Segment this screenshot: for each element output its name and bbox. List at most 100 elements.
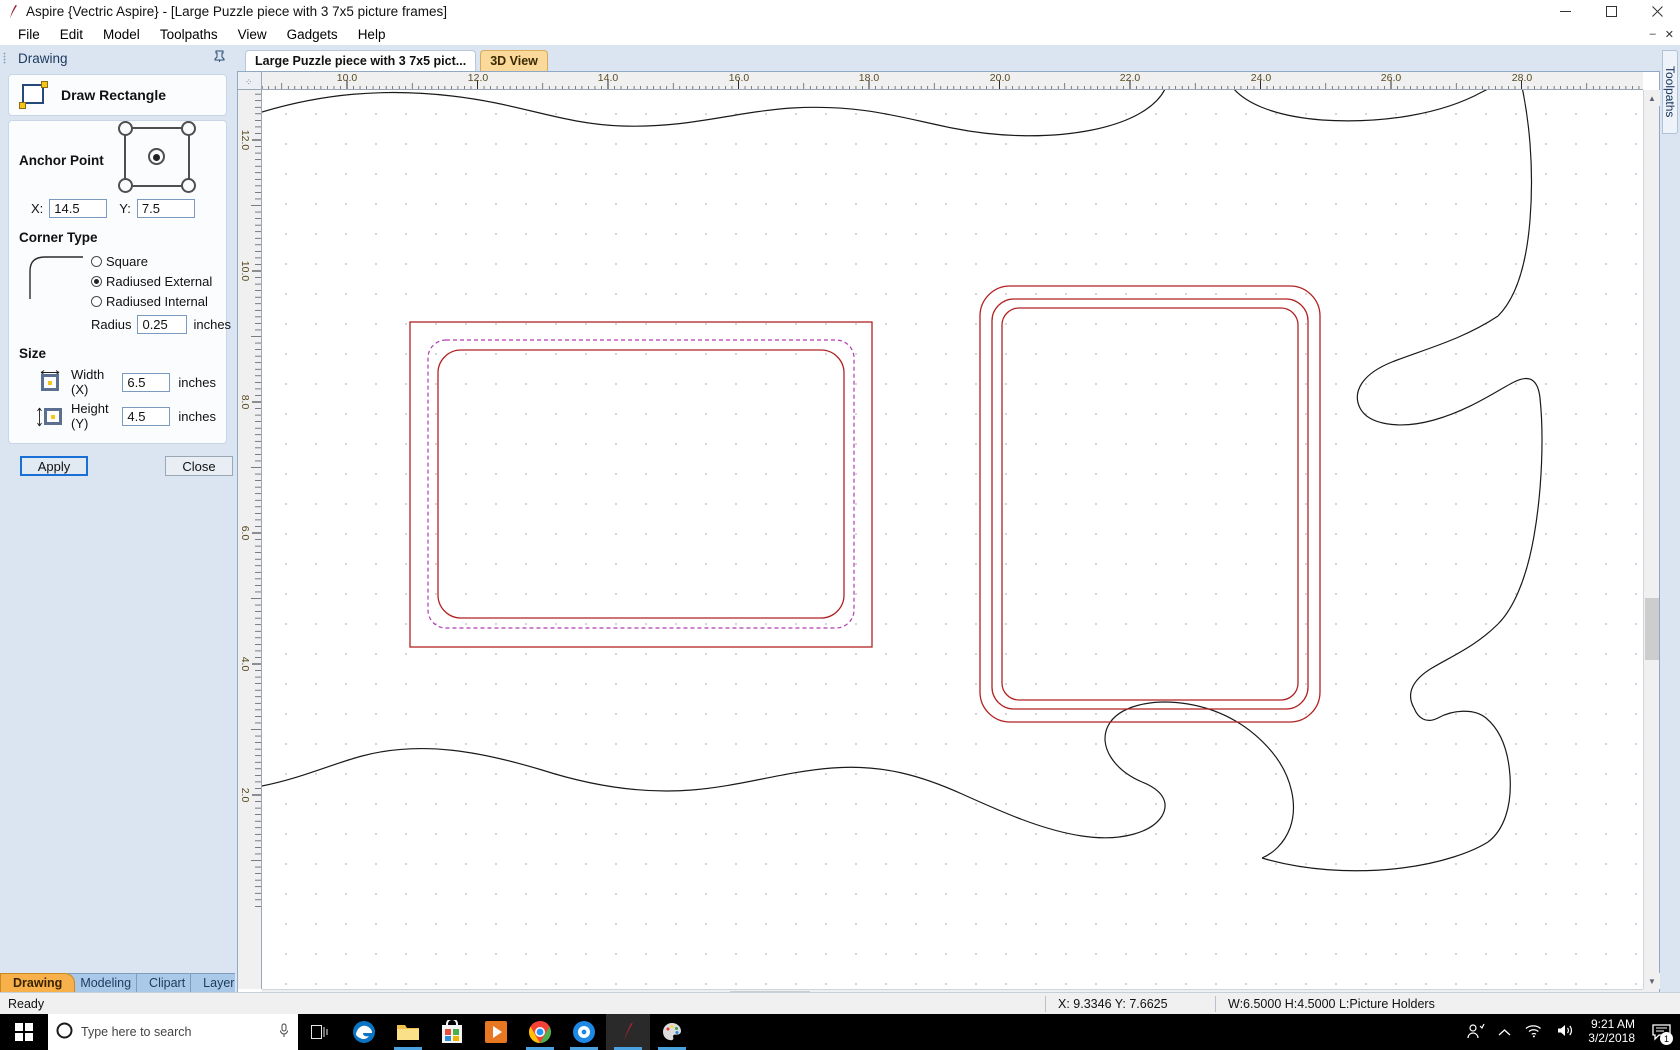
taskbar-app-google-chrome-icon[interactable] bbox=[518, 1014, 562, 1050]
height-label: Height (Y) bbox=[71, 401, 109, 431]
toolpaths-tab-label: Toolpaths bbox=[1663, 66, 1677, 118]
status-cursor-coordinates: X: 9.3346 Y: 7.6625 bbox=[1058, 996, 1168, 1011]
anchor-bottom-right[interactable] bbox=[180, 178, 196, 193]
taskbar-app-media-player-icon[interactable] bbox=[562, 1014, 606, 1050]
aspire-logo-icon bbox=[0, 0, 26, 23]
windows-start-icon[interactable] bbox=[0, 1014, 48, 1050]
document-tabstrip: Large Puzzle piece with 3 7x5 pict... 3D… bbox=[235, 46, 1660, 71]
taskbar-app-vectric-aspire-icon[interactable] bbox=[606, 1014, 650, 1050]
anchor-top-right[interactable] bbox=[180, 121, 196, 136]
anchor-xy-row: X: Y: bbox=[9, 193, 226, 220]
menu-item-file[interactable]: File bbox=[8, 25, 50, 44]
wifi-icon[interactable] bbox=[1524, 1023, 1543, 1041]
anchor-y-label: Y: bbox=[119, 201, 131, 216]
canvas-container: ⁘ 10.0 12.0 14.0 16.0 18.0 20.0 22.0 24.… bbox=[237, 71, 1660, 1006]
window-minimize-button[interactable] bbox=[1542, 0, 1588, 23]
corner-radius-label: Radius bbox=[91, 317, 132, 332]
radio-square[interactable] bbox=[91, 255, 102, 267]
drawing-viewport[interactable] bbox=[262, 90, 1643, 989]
corner-option-radiused-external-row[interactable]: Radiused External bbox=[91, 271, 216, 291]
corner-option-radiused-internal-row[interactable]: Radiused Internal bbox=[91, 291, 216, 311]
menu-item-gadgets[interactable]: Gadgets bbox=[277, 25, 348, 44]
ruler-top-label-4: 18.0 bbox=[858, 72, 880, 84]
size-title: Size bbox=[19, 346, 47, 361]
menu-item-help[interactable]: Help bbox=[348, 25, 396, 44]
anchor-center[interactable] bbox=[147, 148, 165, 165]
document-tab-2d-view[interactable]: Large Puzzle piece with 3 7x5 pict... bbox=[245, 50, 477, 71]
anchor-x-label: X: bbox=[31, 201, 44, 216]
search-input[interactable]: Type here to search bbox=[81, 1025, 191, 1039]
left-tab-modeling[interactable]: Modeling bbox=[67, 973, 145, 992]
ruler-left-label-3: 6.0 bbox=[239, 525, 251, 541]
anchor-x-input[interactable] bbox=[49, 199, 108, 218]
show-hidden-icons-icon[interactable] bbox=[1498, 1025, 1511, 1040]
task-view-icon[interactable] bbox=[298, 1014, 342, 1050]
scroll-up-arrow-icon[interactable]: ▲ bbox=[1644, 90, 1660, 106]
toolpaths-vertical-tab[interactable]: Toolpaths bbox=[1662, 50, 1678, 134]
ruler-top-label-6: 22.0 bbox=[1119, 72, 1141, 84]
clock-date: 3/2/2018 bbox=[1588, 1031, 1635, 1045]
menu-item-toolpaths[interactable]: Toolpaths bbox=[150, 25, 228, 44]
menu-item-model[interactable]: Model bbox=[93, 25, 150, 44]
anchor-point-title: Anchor Point bbox=[19, 152, 104, 168]
dock-grip-icon[interactable] bbox=[3, 52, 6, 64]
anchor-bottom-left[interactable] bbox=[117, 178, 133, 193]
taskbar-app-microsoft-store-icon[interactable] bbox=[430, 1014, 474, 1050]
action-center-icon[interactable]: 1 bbox=[1648, 1014, 1674, 1050]
taskbar-app-paint-icon[interactable] bbox=[650, 1014, 694, 1050]
anchor-y-input[interactable] bbox=[136, 199, 195, 218]
menu-bar: File Edit Model Toolpaths View Gadgets H… bbox=[0, 23, 1680, 45]
horizontal-ruler: 10.0 12.0 14.0 16.0 18.0 20.0 22.0 24.0 … bbox=[262, 72, 1643, 90]
anchor-point-selector[interactable] bbox=[117, 121, 196, 193]
speaker-icon[interactable] bbox=[1556, 1023, 1575, 1041]
height-units: inches bbox=[178, 408, 216, 424]
ruler-left-label-5: 2.0 bbox=[239, 787, 251, 803]
picture-frame-right bbox=[979, 285, 1321, 723]
pin-icon[interactable] bbox=[214, 50, 225, 65]
apply-button[interactable]: Apply bbox=[20, 456, 88, 476]
drawing-dock-title: Drawing bbox=[18, 50, 68, 66]
width-input[interactable] bbox=[122, 372, 171, 392]
window-maximize-button[interactable] bbox=[1588, 0, 1634, 23]
window-close-button[interactable] bbox=[1634, 0, 1680, 23]
close-button[interactable]: Close bbox=[165, 456, 233, 476]
active-tool-header: Draw Rectangle bbox=[9, 75, 226, 115]
microphone-icon[interactable] bbox=[278, 1023, 290, 1041]
radio-radiused-internal[interactable] bbox=[91, 295, 102, 307]
taskbar-clock[interactable]: 9:21 AM 3/2/2018 bbox=[1588, 1017, 1635, 1046]
taskbar-app-movies-tv-icon[interactable] bbox=[474, 1014, 518, 1050]
status-bar: Ready X: 9.3346 Y: 7.6625 W:6.5000 H:4.5… bbox=[0, 992, 1680, 1014]
corner-radius-input[interactable] bbox=[137, 315, 188, 334]
anchor-top-left[interactable] bbox=[117, 121, 133, 136]
active-tool-group: Draw Rectangle bbox=[8, 74, 227, 116]
drawing-dock-panel: Drawing Draw Rectangle Anchor Point X: 1… bbox=[0, 46, 254, 1006]
left-tab-clipart[interactable]: Clipart bbox=[136, 973, 199, 992]
radio-radiused-external[interactable] bbox=[91, 275, 102, 287]
taskbar-app-edge-icon[interactable] bbox=[342, 1014, 386, 1050]
ruler-origin-icon: ⁘ bbox=[245, 77, 253, 87]
vertical-scroll-thumb[interactable] bbox=[1645, 598, 1659, 660]
ruler-left-label-2: 8.0 bbox=[239, 394, 251, 410]
left-tab-drawing[interactable]: Drawing bbox=[0, 973, 76, 992]
mdi-minimize-button[interactable]: – bbox=[1650, 28, 1656, 40]
scroll-down-arrow-icon[interactable]: ▼ bbox=[1644, 973, 1660, 989]
drawing-dock-header: Drawing bbox=[0, 46, 235, 70]
rectangle-parameters-group: Anchor Point X: Y: C bbox=[8, 120, 231, 444]
people-icon[interactable] bbox=[1467, 1023, 1485, 1042]
vertical-ruler: 12.0 10.0 8.0 6.0 4.0 2.0 bbox=[238, 90, 262, 989]
search-box[interactable]: Type here to search bbox=[48, 1014, 298, 1050]
status-selection-info: W:6.5000 H:4.5000 L:Picture Holders bbox=[1228, 996, 1435, 1011]
notification-count-badge: 1 bbox=[1660, 1032, 1673, 1045]
title-bar: Aspire {Vectric Aspire} - [Large Puzzle … bbox=[0, 0, 1680, 23]
menu-item-view[interactable]: View bbox=[228, 25, 277, 44]
windows-taskbar: Type here to search 9:21 AM 3/2/2018 1 bbox=[0, 1014, 1680, 1050]
mdi-close-button[interactable]: ✕ bbox=[1665, 28, 1674, 41]
corner-option-square-row[interactable]: Square bbox=[91, 251, 216, 271]
document-tab-3d-view[interactable]: 3D View bbox=[480, 50, 548, 71]
menu-item-edit[interactable]: Edit bbox=[50, 25, 93, 44]
active-tool-name: Draw Rectangle bbox=[61, 87, 167, 103]
width-label: Width (X) bbox=[71, 367, 105, 397]
height-input[interactable] bbox=[122, 406, 171, 426]
vertical-scrollbar[interactable]: ▲ ▼ bbox=[1643, 90, 1660, 989]
taskbar-app-file-explorer-icon[interactable] bbox=[386, 1014, 430, 1050]
